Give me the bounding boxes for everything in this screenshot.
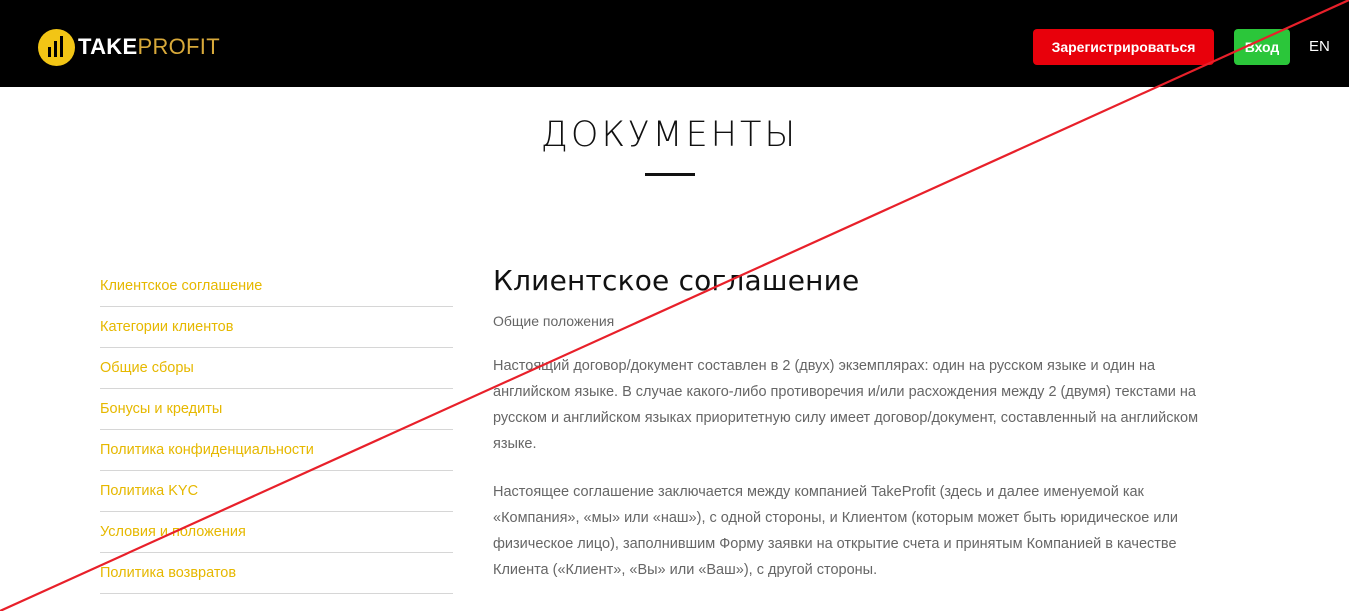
sidebar-link[interactable]: Политика KYC (100, 483, 198, 499)
sidebar-item-client-agreement: Клиентское соглашение (100, 266, 453, 307)
sidebar-link[interactable]: Политика конфиденциальности (100, 442, 314, 458)
site-logo[interactable]: TAKE PROFIT (38, 28, 220, 66)
register-button[interactable]: Зарегистрироваться (1033, 29, 1214, 65)
sidebar-link[interactable]: Клиентское соглашение (100, 278, 262, 294)
sidebar-link[interactable]: Политика возвратов (100, 565, 236, 581)
document-heading: Клиентское соглашение (493, 264, 860, 297)
sidebar-item-refund-policy: Политика возвратов (100, 553, 453, 594)
language-switch[interactable]: EN (1309, 38, 1330, 55)
login-button[interactable]: Вход (1234, 29, 1290, 65)
sidebar-item-terms: Условия и положения (100, 512, 453, 553)
sidebar-link[interactable]: Условия и положения (100, 524, 246, 540)
logo-text-take: TAKE (78, 34, 138, 59)
documents-sidebar: Клиентское соглашение Категории клиентов… (100, 266, 453, 594)
sidebar-item-client-categories: Категории клиентов (100, 307, 453, 348)
paragraph: Настоящее соглашение заключается между к… (493, 484, 1179, 578)
sidebar-link[interactable]: Бонусы и кредиты (100, 401, 222, 417)
sidebar-link[interactable]: Категории клиентов (100, 319, 233, 335)
sidebar-item-kyc-policy: Политика KYC (100, 471, 453, 512)
title-underline (645, 173, 695, 176)
sidebar-link[interactable]: Общие сборы (100, 360, 194, 376)
sidebar-item-general-fees: Общие сборы (100, 348, 453, 389)
logo-text-profit: PROFIT (137, 34, 220, 59)
sidebar-item-bonuses: Бонусы и кредиты (100, 389, 453, 430)
paragraph: Настоящий договор/документ составлен в 2… (493, 358, 1199, 452)
page: TAKE PROFIT Зарегистрироваться Вход EN Д… (0, 0, 1349, 611)
sidebar-item-privacy-policy: Политика конфиденциальности (100, 430, 453, 471)
chart-bars-icon (38, 28, 75, 66)
section-subheading: Общие положения (493, 313, 615, 329)
page-title: ДОКУМЕНТЫ (540, 115, 799, 155)
top-header: TAKE PROFIT Зарегистрироваться Вход EN (0, 0, 1349, 87)
document-content: Клиентское соглашение Общие положения На… (493, 264, 1233, 583)
